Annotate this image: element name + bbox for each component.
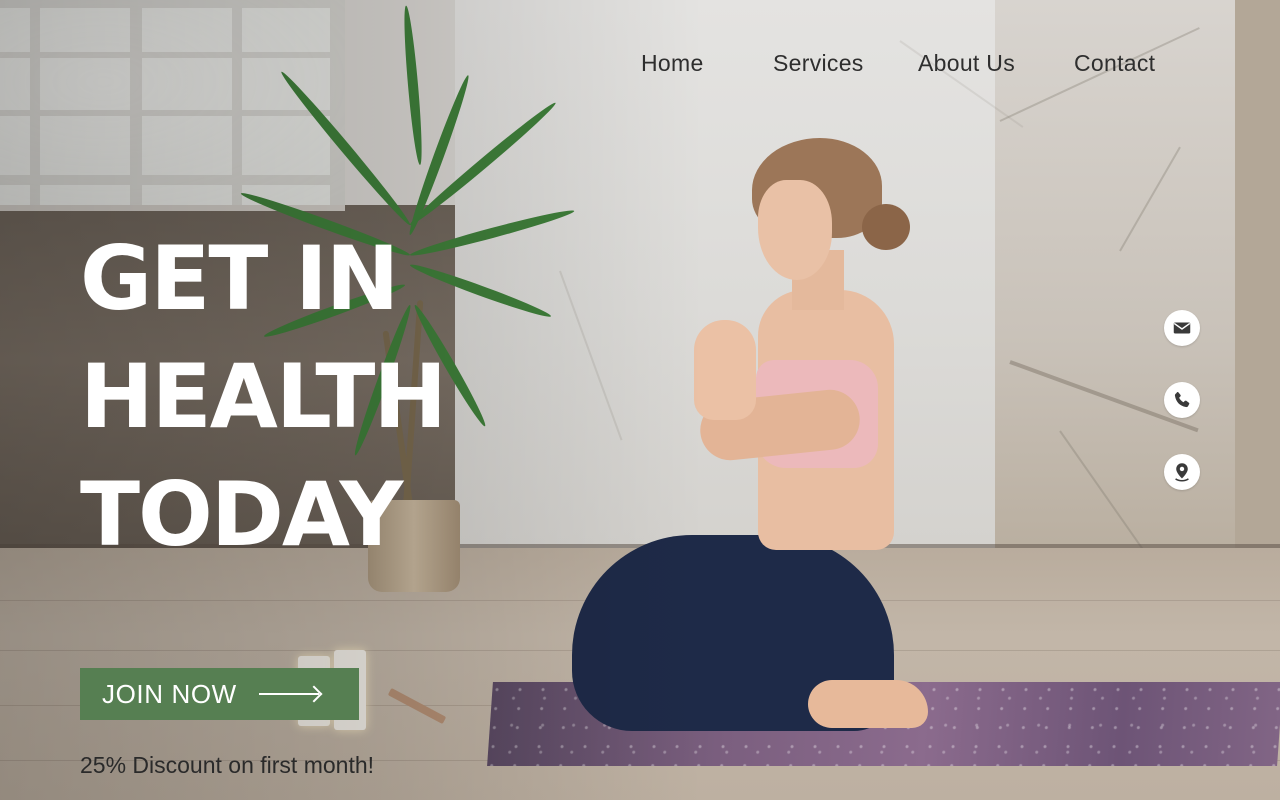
main-nav: Home Services About Us Contact [0, 50, 1280, 82]
hero-line-3: TODAY [80, 463, 403, 566]
nav-home[interactable]: Home [641, 50, 704, 77]
phone-icon[interactable] [1164, 382, 1200, 418]
hero-line-2: HEALTH [80, 345, 447, 448]
discount-text: 25% Discount on first month! [80, 752, 375, 778]
arrow-right-icon [258, 693, 319, 695]
join-now-label: JOIN NOW [102, 678, 237, 709]
mail-icon[interactable] [1164, 310, 1200, 346]
hero-line-1: GET IN [80, 227, 399, 330]
nav-about-us[interactable]: About Us [918, 50, 1015, 77]
location-pin-icon[interactable] [1164, 454, 1200, 490]
join-now-button[interactable]: JOIN NOW [80, 668, 359, 720]
contact-icons [1164, 310, 1200, 526]
nav-contact[interactable]: Contact [1074, 50, 1155, 77]
nav-services[interactable]: Services [773, 50, 864, 77]
hero-headline: GET IN HEALTH TODAY [80, 220, 447, 574]
